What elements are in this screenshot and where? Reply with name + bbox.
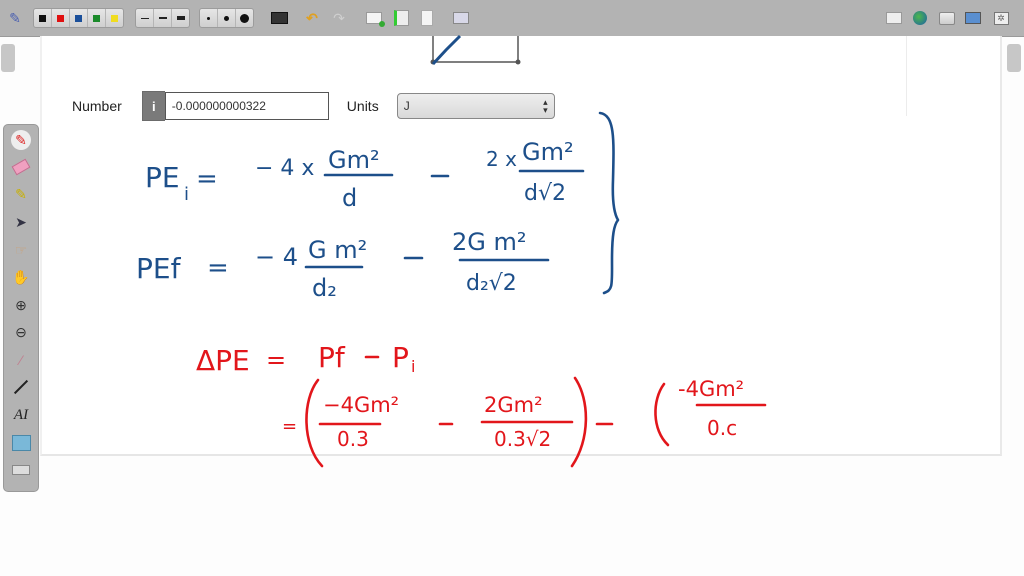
pen-tool-icon[interactable]: ✎: [10, 129, 32, 151]
select-arrow-icon[interactable]: ➤: [10, 211, 32, 233]
ink-0-3-root2: 0.3√2: [494, 427, 551, 451]
ink-pi: P: [392, 341, 409, 374]
ink-red-layer: ΔPE = Pf P i = −4Gm² 0.3 2Gm² 0.3√2 -4Gm…: [196, 341, 767, 468]
hand-pan-icon[interactable]: ✋: [10, 266, 32, 288]
zoom-out-icon[interactable]: ⊖: [10, 321, 32, 343]
ink-pf: Pf: [318, 341, 346, 374]
ink-2gm2: 2Gm²: [484, 393, 543, 417]
ink-0-partial: 0.c: [707, 416, 737, 440]
ink-delta-pe: ΔPE: [196, 344, 250, 377]
erase-all-icon[interactable]: [10, 459, 32, 481]
zoom-in-icon[interactable]: ⊕: [10, 294, 32, 316]
laser-pointer-icon[interactable]: ⁄: [10, 349, 32, 371]
ink-equals: =: [266, 346, 286, 374]
ink-minus-4gm2: -4Gm²: [678, 377, 744, 401]
ink-equals: =: [282, 416, 297, 437]
ink-0-3: 0.3: [337, 427, 369, 451]
capture-icon[interactable]: [10, 432, 32, 454]
text-tool-glyph: AI: [13, 406, 29, 423]
text-tool-icon[interactable]: AI: [10, 404, 32, 426]
eraser-icon[interactable]: [10, 156, 32, 178]
highlighter-icon[interactable]: ✎: [10, 183, 32, 205]
ink-right-paren: [570, 376, 588, 468]
line-tool-icon[interactable]: [10, 376, 32, 398]
interact-hand-icon[interactable]: ☞: [10, 239, 32, 261]
tool-palette: ✎ ✎ ➤ ☞ ✋ ⊕ ⊖ ⁄ AI: [3, 124, 39, 492]
ink-subscript-i: i: [411, 357, 415, 376]
ink-minus-4gm2: −4Gm²: [323, 393, 399, 417]
ink-left-paren: [654, 382, 670, 447]
